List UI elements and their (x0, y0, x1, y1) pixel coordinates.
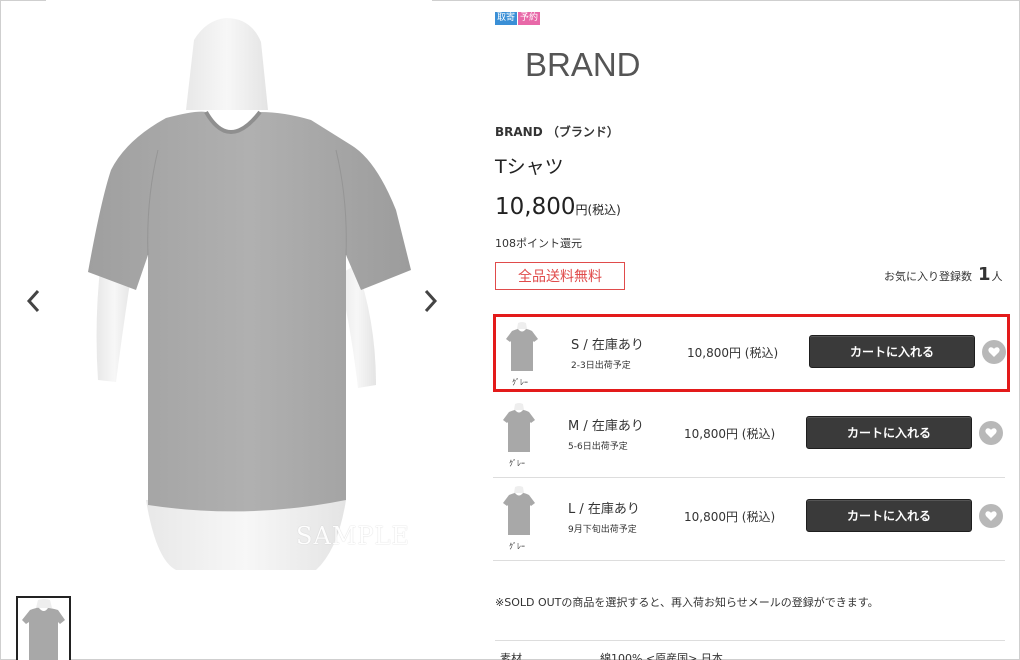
variant-shipping: 2-3日出荷予定 (571, 361, 631, 371)
favorite-button[interactable] (979, 504, 1003, 528)
price-suffix: 円(税込) (575, 203, 621, 217)
variant-color: ｸﾞﾚｰ (512, 378, 528, 387)
variant-divider (493, 560, 1005, 561)
variant-divider (493, 477, 1005, 478)
add-to-cart-button[interactable]: カートに入れる (806, 499, 972, 532)
variant-price: 10,800円 (税込) (684, 510, 776, 524)
favorite-button[interactable] (979, 421, 1003, 445)
status-tags: 取寄 予約 (495, 12, 541, 25)
variant-size-stock: M / 在庫あり (568, 419, 644, 434)
brand-logo[interactable]: BRAND (525, 46, 641, 84)
chevron-left-icon (26, 289, 40, 313)
variant-color: ｸﾞﾚｰ (509, 542, 525, 551)
heart-icon (988, 347, 1000, 357)
preorder-tag: 予約 (518, 12, 541, 25)
favorite-button[interactable] (982, 340, 1006, 364)
variant-price: 10,800円 (税込) (684, 427, 776, 441)
variant-shipping: 5-6日出荷予定 (568, 442, 628, 452)
heart-icon (985, 511, 997, 521)
favorites-number: 1 (978, 264, 991, 285)
add-to-cart-button[interactable]: カートに入れる (806, 416, 972, 449)
variant-color: ｸﾞﾚｰ (509, 459, 525, 468)
variant-price: 10,800円 (税込) (687, 346, 779, 360)
backorder-tag: 取寄 (495, 12, 518, 25)
free-shipping-badge: 全品送料無料 (495, 262, 625, 290)
gallery-next-button[interactable] (420, 286, 440, 316)
points-info: 108ポイント還元 (495, 237, 582, 250)
main-product-image (46, 0, 432, 570)
heart-icon (985, 428, 997, 438)
variant-row-m: ｸﾞﾚｰ M / 在庫あり 5-6日出荷予定 10,800円 (税込) カートに… (493, 398, 1010, 476)
spec-label: 素材 (500, 652, 522, 660)
spec-value: 綿100% <原産国> 日本 (600, 652, 723, 660)
variant-row-s: ｸﾞﾚｰ S / 在庫あり 2-3日出荷予定 10,800円 (税込) カートに… (493, 314, 1010, 392)
favorites-unit: 人 (991, 270, 1003, 283)
variant-thumbnail (506, 322, 538, 371)
gallery-prev-button[interactable] (24, 286, 44, 316)
product-title: Tシャツ (495, 156, 564, 178)
sample-watermark: SAMPLE (296, 522, 410, 550)
variant-size-stock: L / 在庫あり (568, 502, 640, 517)
variant-row-l: ｸﾞﾚｰ L / 在庫あり 9月下旬出荷予定 10,800円 (税込) カートに… (493, 481, 1010, 559)
variant-shipping: 9月下旬出荷予定 (568, 525, 637, 535)
price-amount: 10,800 (495, 194, 576, 220)
variant-size-stock: S / 在庫あり (571, 338, 644, 353)
favorites-label: お気に入り登録数 (884, 270, 972, 283)
variant-thumbnail (503, 486, 535, 535)
gallery-thumbnail[interactable] (16, 596, 71, 660)
favorites-count: お気に入り登録数 1人 (884, 264, 1003, 285)
spec-divider (495, 640, 1005, 641)
brand-name[interactable]: BRAND （ブランド） (495, 123, 619, 140)
add-to-cart-button[interactable]: カートに入れる (809, 335, 975, 368)
product-price: 10,800円(税込) (495, 194, 621, 220)
variant-thumbnail (503, 403, 535, 452)
chevron-right-icon (424, 289, 438, 313)
soldout-notice: ※SOLD OUTの商品を選択すると、再入荷お知らせメールの登録ができます。 (495, 596, 879, 609)
